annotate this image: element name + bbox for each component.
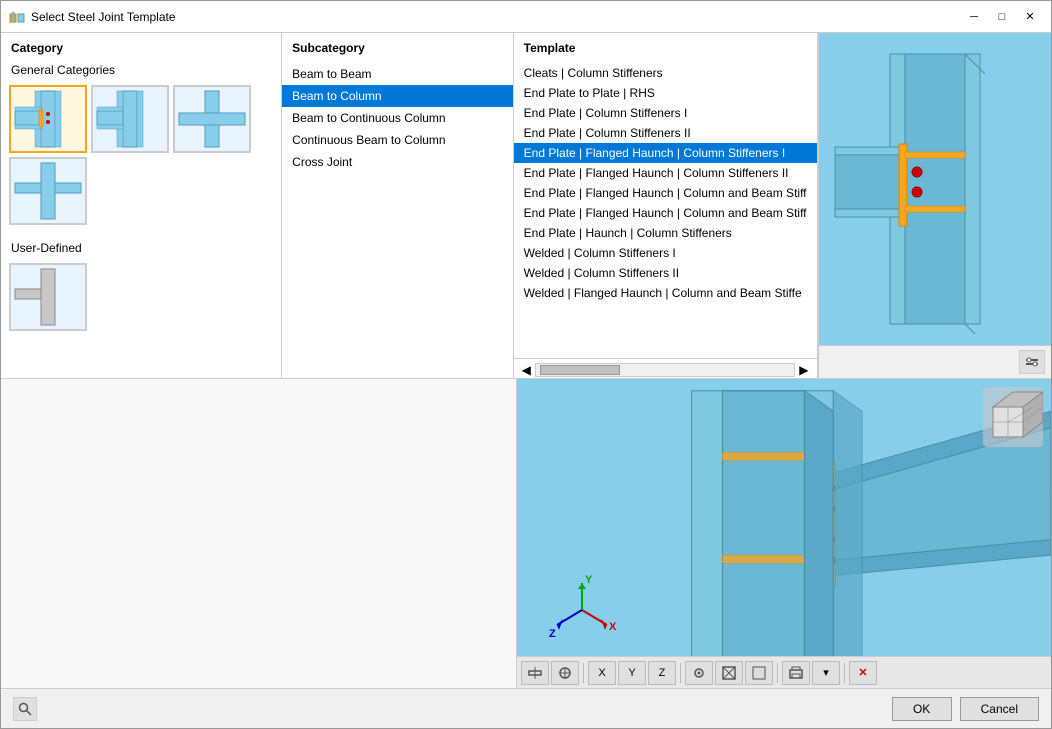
viewport-toolbar: X Y Z ▾: [517, 656, 1051, 688]
viewport-btn-z[interactable]: Z: [648, 661, 676, 685]
user-defined-grid: [1, 259, 281, 335]
template-header: Template: [514, 33, 817, 59]
category-grid: [1, 81, 281, 229]
toolbar-separator-1: [583, 663, 584, 683]
subcategory-list: Beam to Beam Beam to Column Beam to Cont…: [282, 59, 513, 177]
dialog-footer: OK Cancel: [1, 688, 1051, 728]
dialog-title: Select Steel Joint Template: [31, 10, 955, 24]
template-item-cleats[interactable]: Cleats | Column Stiffeners: [514, 63, 817, 83]
scroll-left-arrow[interactable]: ◀: [522, 363, 531, 377]
template-item-end-plate-to-plate[interactable]: End Plate to Plate | RHS: [514, 83, 817, 103]
bottom-area: X Y Z: [1, 378, 1051, 688]
title-bar: Select Steel Joint Template ─ □ ✕: [1, 1, 1051, 33]
subcategory-panel: Subcategory Beam to Beam Beam to Column …: [282, 33, 514, 378]
svg-text:X: X: [609, 621, 617, 633]
template-item-end-plate-fh-cabs1[interactable]: End Plate | Flanged Haunch | Column and …: [514, 183, 817, 203]
scroll-right-arrow[interactable]: ▶: [799, 363, 808, 377]
template-panel: Template Cleats | Column Stiffeners End …: [514, 33, 818, 378]
template-item-end-plate-fh-cabs2[interactable]: End Plate | Flanged Haunch | Column and …: [514, 203, 817, 223]
horizontal-scrollbar[interactable]: [535, 363, 795, 377]
user-defined-section: User-Defined: [1, 237, 281, 335]
viewport-btn-render[interactable]: [745, 661, 773, 685]
toolbar-separator-4: [844, 663, 845, 683]
scrollbar-thumb: [540, 365, 620, 375]
properties-panel: [1, 379, 517, 688]
subcategory-item-continuous-beam-to-column[interactable]: Continuous Beam to Column: [282, 129, 513, 151]
toolbar-separator-3: [777, 663, 778, 683]
small-preview-settings-button[interactable]: [1019, 350, 1045, 374]
ok-button[interactable]: OK: [892, 697, 952, 721]
user-defined-label: User-Defined: [1, 237, 281, 259]
general-categories-label: General Categories: [1, 59, 281, 81]
subcategory-header: Subcategory: [282, 33, 513, 59]
axis-indicator: X Y Z: [547, 575, 617, 648]
small-preview-3d: [819, 33, 1051, 345]
toolbar-separator-2: [680, 663, 681, 683]
viewport-btn-x[interactable]: X: [588, 661, 616, 685]
main-content: Category General Categories: [1, 33, 1051, 378]
viewport-btn-print-dropdown[interactable]: ▾: [812, 661, 840, 685]
template-item-end-plate-cs1[interactable]: End Plate | Column Stiffeners I: [514, 103, 817, 123]
template-item-welded-cs2[interactable]: Welded | Column Stiffeners II: [514, 263, 817, 283]
viewport-3d[interactable]: X Y Z: [517, 379, 1051, 688]
template-item-end-plate-haunch[interactable]: End Plate | Haunch | Column Stiffeners: [514, 223, 817, 243]
template-item-welded-fh[interactable]: Welded | Flanged Haunch | Column and Bea…: [514, 283, 817, 303]
viewport-btn-view[interactable]: [685, 661, 713, 685]
maximize-button[interactable]: □: [989, 7, 1015, 27]
category-item-3[interactable]: [173, 85, 251, 153]
viewport-btn-print[interactable]: [782, 661, 810, 685]
cube-navigator[interactable]: [983, 387, 1043, 447]
svg-text:Z: Z: [549, 628, 556, 640]
user-defined-item[interactable]: [9, 263, 87, 331]
template-items: Cleats | Column Stiffeners End Plate to …: [514, 59, 817, 307]
template-item-end-plate-fh-cs2[interactable]: End Plate | Flanged Haunch | Column Stif…: [514, 163, 817, 183]
template-item-end-plate-fh-cs1[interactable]: End Plate | Flanged Haunch | Column Stif…: [514, 143, 817, 163]
window-controls: ─ □ ✕: [961, 7, 1043, 27]
template-scrollbar-area: ◀ ▶: [514, 358, 817, 378]
subcategory-item-cross-joint[interactable]: Cross Joint: [282, 151, 513, 173]
subcategory-item-beam-to-beam[interactable]: Beam to Beam: [282, 63, 513, 85]
category-item-4[interactable]: [9, 157, 87, 225]
viewport-btn-1[interactable]: [521, 661, 549, 685]
cancel-button[interactable]: Cancel: [960, 697, 1039, 721]
template-item-end-plate-cs2[interactable]: End Plate | Column Stiffeners II: [514, 123, 817, 143]
subcategory-item-beam-to-column[interactable]: Beam to Column: [282, 85, 513, 107]
svg-text:Y: Y: [585, 575, 593, 586]
category-item-2[interactable]: [91, 85, 169, 153]
search-button[interactable]: [13, 697, 37, 721]
subcategory-item-beam-to-continuous-column[interactable]: Beam to Continuous Column: [282, 107, 513, 129]
close-button[interactable]: ✕: [1017, 7, 1043, 27]
viewport-btn-y[interactable]: Y: [618, 661, 646, 685]
viewport-btn-close[interactable]: ✕: [849, 661, 877, 685]
category-header: Category: [1, 33, 281, 59]
template-list: Cleats | Column Stiffeners End Plate to …: [514, 59, 817, 358]
viewport-3d-panel: X Y Z: [517, 379, 1051, 688]
dialog-icon: [9, 9, 25, 25]
dialog-window: Select Steel Joint Template ─ □ ✕ Catego…: [0, 0, 1052, 729]
viewport-btn-2[interactable]: [551, 661, 579, 685]
template-item-welded-cs1[interactable]: Welded | Column Stiffeners I: [514, 243, 817, 263]
category-item-1[interactable]: [9, 85, 87, 153]
minimize-button[interactable]: ─: [961, 7, 987, 27]
category-panel: Category General Categories: [1, 33, 282, 378]
viewport-btn-wireframe[interactable]: [715, 661, 743, 685]
template-list-area: Cleats | Column Stiffeners End Plate to …: [514, 59, 817, 378]
small-preview-toolbar: [819, 345, 1051, 378]
small-preview-panel: [818, 33, 1051, 378]
